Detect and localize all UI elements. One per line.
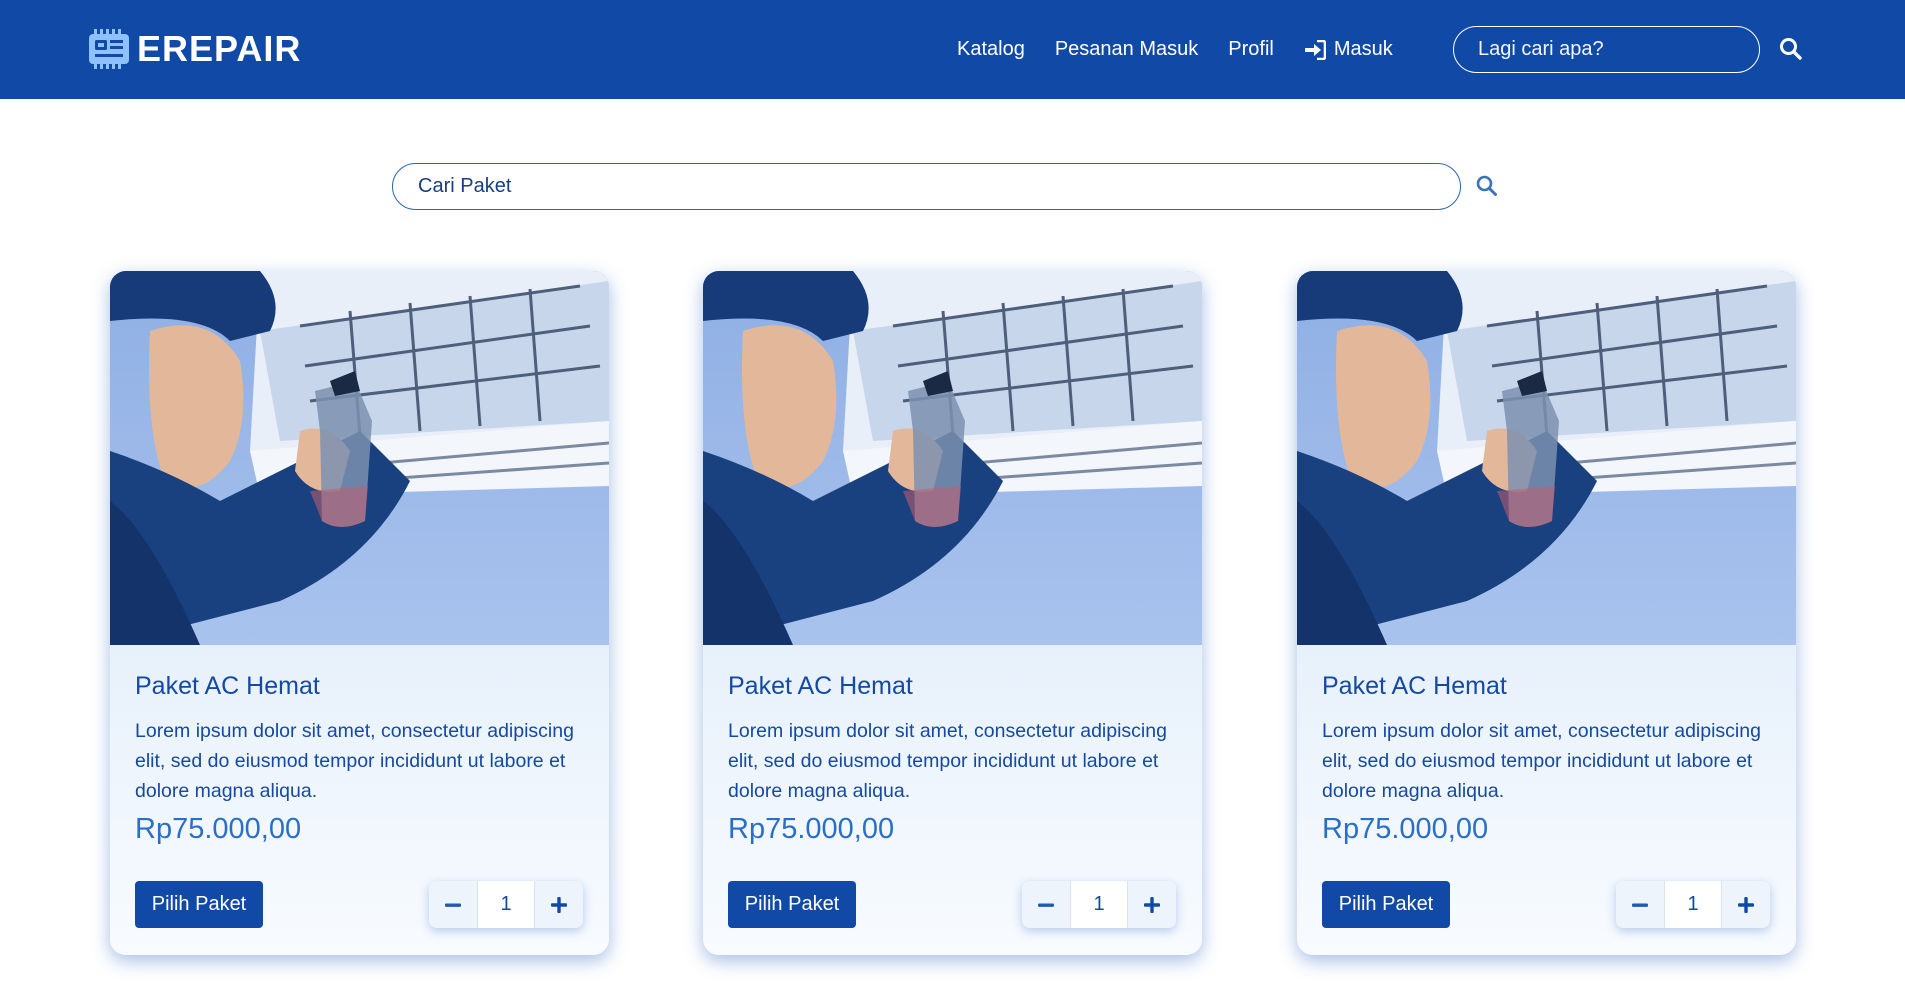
card-description: Lorem ipsum dolor sit amet, consectetur … [728,720,1167,802]
nav-link-label: Profil [1228,38,1274,60]
technician-cleaning-ac-photo [703,271,1202,645]
brand-name: EREPAIR [137,28,302,69]
quantity-stepper: 1 [429,881,583,928]
card-title: Paket AC Hemat [728,672,913,700]
header-search-icon[interactable] [1778,36,1804,62]
increase-button[interactable] [1128,881,1176,928]
card-description: Lorem ipsum dolor sit amet, consectetur … [1322,720,1761,802]
increase-button[interactable] [1722,881,1770,928]
pick-package-button[interactable]: Pilih Paket [1322,881,1450,928]
main-nav: Katalog Pesanan Masuk Profil Masuk [957,0,1393,99]
header-search-input[interactable] [1453,26,1760,73]
nav-link-label: Masuk [1333,38,1393,60]
card-price: Rp75.000,00 [1322,813,1489,845]
card-title: Paket AC Hemat [135,672,320,700]
nav-link-masuk[interactable]: Masuk [1304,38,1393,61]
nav-link-profil[interactable]: Profil [1228,38,1274,61]
quantity-value[interactable]: 1 [1070,881,1128,928]
circuit-chip-icon [89,29,129,69]
technician-cleaning-ac-photo [110,271,609,645]
brand-logo[interactable]: EREPAIR [87,27,301,71]
top-navbar: EREPAIR Katalog Pesanan Masuk Profil Mas… [0,0,1905,99]
quantity-value[interactable]: 1 [1664,881,1722,928]
package-search-input[interactable] [392,163,1461,210]
quantity-value[interactable]: 1 [477,881,535,928]
nav-link-pesanan-masuk[interactable]: Pesanan Masuk [1055,38,1198,61]
minus-icon [1632,903,1648,907]
package-card: Paket AC Hemat Lorem ipsum dolor sit ame… [703,271,1202,955]
minus-icon [1038,903,1054,907]
sign-in-icon [1304,39,1326,60]
pick-package-button[interactable]: Pilih Paket [728,881,856,928]
pick-package-button[interactable]: Pilih Paket [135,881,263,928]
card-price: Rp75.000,00 [728,813,895,845]
decrease-button[interactable] [429,881,477,928]
plus-icon [551,896,567,913]
card-price: Rp75.000,00 [135,813,302,845]
plus-icon [1144,896,1160,913]
technician-cleaning-ac-photo [1297,271,1796,645]
nav-link-katalog[interactable]: Katalog [957,38,1025,61]
package-card: Paket AC Hemat Lorem ipsum dolor sit ame… [110,271,609,955]
decrease-button[interactable] [1616,881,1664,928]
package-search-icon[interactable] [1475,174,1499,198]
increase-button[interactable] [535,881,583,928]
nav-link-label: Pesanan Masuk [1054,38,1199,60]
card-title: Paket AC Hemat [1322,672,1507,700]
minus-icon [445,903,461,907]
plus-icon [1738,896,1754,913]
quantity-stepper: 1 [1616,881,1770,928]
decrease-button[interactable] [1022,881,1070,928]
package-card: Paket AC Hemat Lorem ipsum dolor sit ame… [1297,271,1796,955]
nav-link-label: Katalog [957,38,1025,60]
quantity-stepper: 1 [1022,881,1176,928]
card-description: Lorem ipsum dolor sit amet, consectetur … [135,720,574,802]
